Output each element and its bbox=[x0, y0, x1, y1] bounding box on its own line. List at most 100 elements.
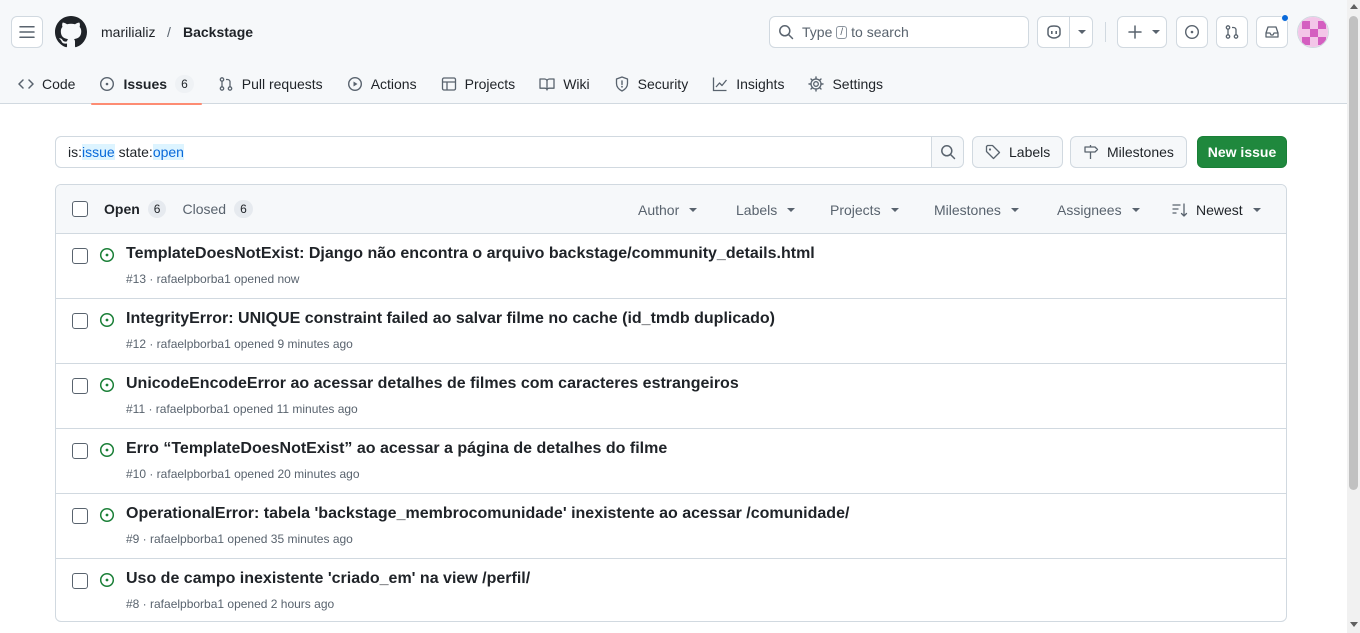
search-shortcut-key: / bbox=[836, 25, 848, 39]
tab-label: Insights bbox=[736, 76, 785, 92]
tab-actions[interactable]: Actions bbox=[339, 64, 425, 104]
notification-dot bbox=[1281, 14, 1289, 22]
issue-meta: #9 · rafaelpborba1 opened 35 minutes ago bbox=[126, 532, 353, 546]
repo-tabs: Code Issues 6 Pull requests Actions Proj… bbox=[0, 64, 899, 105]
book-icon bbox=[539, 78, 555, 91]
issue-title-link[interactable]: OperationalError: tabela 'backstage_memb… bbox=[126, 505, 849, 523]
issue-row[interactable]: IntegrityError: UNIQUE constraint failed… bbox=[56, 299, 1286, 364]
tab-security[interactable]: Security bbox=[606, 64, 697, 104]
sort-dropdown[interactable]: Newest bbox=[1172, 185, 1261, 234]
chevron-down-icon bbox=[1152, 30, 1160, 34]
avatar[interactable] bbox=[1297, 16, 1329, 48]
play-icon bbox=[347, 76, 362, 92]
issues-list-header: Open 6 Closed 6 Author Labels Projects M… bbox=[56, 185, 1286, 234]
milestones-filter-dropdown[interactable]: Milestones bbox=[934, 185, 1019, 234]
search-icon bbox=[940, 145, 955, 160]
issue-opened-icon bbox=[99, 247, 115, 263]
filter-value: open bbox=[152, 144, 184, 160]
tab-pull-requests[interactable]: Pull requests bbox=[210, 64, 331, 104]
tab-code[interactable]: Code bbox=[10, 64, 83, 104]
open-count-badge: 6 bbox=[147, 200, 167, 218]
closed-issues-tab[interactable]: Closed 6 bbox=[182, 200, 253, 218]
issue-row[interactable]: TemplateDoesNotExist: Django não encontr… bbox=[56, 234, 1286, 299]
milestones-button-label: Milestones bbox=[1107, 144, 1174, 160]
tab-insights[interactable]: Insights bbox=[704, 64, 792, 104]
filter-search-button[interactable] bbox=[932, 144, 963, 160]
issue-row[interactable]: UnicodeEncodeError ao acessar detalhes d… bbox=[56, 364, 1286, 429]
dropdown-label: Newest bbox=[1196, 201, 1243, 218]
tab-issues[interactable]: Issues 6 bbox=[91, 64, 203, 105]
issue-row[interactable]: OperationalError: tabela 'backstage_memb… bbox=[56, 494, 1286, 559]
your-pull-requests-button[interactable] bbox=[1216, 16, 1248, 48]
scroll-down-arrow-icon[interactable] bbox=[1350, 622, 1358, 627]
issue-checkbox[interactable] bbox=[72, 378, 88, 394]
issue-checkbox[interactable] bbox=[72, 573, 88, 589]
chevron-down-icon bbox=[1252, 207, 1261, 212]
milestones-button[interactable]: Milestones bbox=[1070, 136, 1187, 168]
author-filter-dropdown[interactable]: Author bbox=[638, 185, 698, 234]
dropdown-label: Assignees bbox=[1057, 201, 1122, 218]
graph-icon bbox=[713, 77, 728, 92]
issue-checkbox[interactable] bbox=[72, 313, 88, 329]
filter-qualifier: state: bbox=[114, 144, 153, 160]
tab-settings[interactable]: Settings bbox=[800, 64, 891, 104]
tag-icon bbox=[985, 144, 1001, 160]
inbox-icon bbox=[1265, 26, 1279, 38]
tab-wiki[interactable]: Wiki bbox=[531, 64, 597, 104]
filter-qualifier: is: bbox=[68, 144, 82, 160]
github-logo-icon[interactable] bbox=[55, 16, 87, 48]
issue-title-link[interactable]: TemplateDoesNotExist: Django não encontr… bbox=[126, 245, 815, 263]
menu-button[interactable] bbox=[11, 16, 43, 48]
scroll-up-arrow-icon[interactable] bbox=[1350, 4, 1358, 9]
owner-link[interactable]: marilializ bbox=[101, 24, 155, 40]
issue-title-link[interactable]: Uso de campo inexistente 'criado_em' na … bbox=[126, 570, 530, 588]
new-issue-button[interactable]: New issue bbox=[1197, 136, 1287, 168]
breadcrumb-separator: / bbox=[167, 24, 171, 40]
projects-filter-dropdown[interactable]: Projects bbox=[830, 185, 899, 234]
issue-checkbox[interactable] bbox=[72, 248, 88, 264]
sort-desc-icon bbox=[1172, 202, 1188, 217]
git-pull-request-icon bbox=[1225, 25, 1239, 39]
issue-row[interactable]: Uso de campo inexistente 'criado_em' na … bbox=[56, 559, 1286, 621]
labels-filter-dropdown[interactable]: Labels bbox=[736, 185, 796, 234]
issue-opened-icon bbox=[99, 442, 115, 458]
milestone-icon bbox=[1084, 145, 1099, 159]
issue-opened-icon bbox=[99, 377, 115, 393]
issue-opened-icon bbox=[99, 507, 115, 523]
open-label: Open bbox=[104, 201, 140, 217]
labels-button[interactable]: Labels bbox=[972, 136, 1064, 168]
copilot-button[interactable] bbox=[1037, 16, 1093, 48]
tab-projects[interactable]: Projects bbox=[433, 64, 524, 104]
create-new-button[interactable] bbox=[1117, 16, 1167, 48]
assignees-filter-dropdown[interactable]: Assignees bbox=[1057, 185, 1140, 234]
issue-title-link[interactable]: IntegrityError: UNIQUE constraint failed… bbox=[126, 310, 775, 328]
issue-checkbox[interactable] bbox=[72, 508, 88, 524]
issue-opened-icon bbox=[1184, 24, 1200, 40]
chevron-down-icon bbox=[1131, 207, 1140, 212]
search-placeholder-before: Type bbox=[802, 24, 833, 40]
chevron-down-icon bbox=[890, 207, 899, 212]
your-issues-button[interactable] bbox=[1176, 16, 1208, 48]
issue-meta: #12 · rafaelpborba1 opened 9 minutes ago bbox=[126, 337, 353, 351]
dropdown-label: Milestones bbox=[934, 201, 1001, 218]
open-issues-tab[interactable]: Open 6 bbox=[104, 200, 167, 218]
chevron-down-icon bbox=[787, 207, 796, 212]
code-icon bbox=[18, 79, 34, 89]
plus-icon bbox=[1128, 25, 1142, 39]
repo-link[interactable]: Backstage bbox=[183, 24, 253, 40]
issues-filter-input[interactable]: is: issue state: open bbox=[56, 137, 932, 167]
issue-checkbox[interactable] bbox=[72, 443, 88, 459]
select-all-checkbox[interactable] bbox=[72, 201, 88, 217]
tab-label: Settings bbox=[832, 76, 884, 92]
search-icon bbox=[779, 25, 794, 40]
issue-row[interactable]: Erro “TemplateDoesNotExist” ao acessar a… bbox=[56, 429, 1286, 494]
issues-filter-bar: is: issue state: open bbox=[55, 136, 964, 168]
tab-label: Security bbox=[637, 76, 689, 92]
issue-title-link[interactable]: UnicodeEncodeError ao acessar detalhes d… bbox=[126, 375, 739, 393]
chevron-down-icon bbox=[1010, 207, 1019, 212]
issue-opened-icon bbox=[99, 572, 115, 588]
issue-title-link[interactable]: Erro “TemplateDoesNotExist” ao acessar a… bbox=[126, 440, 667, 458]
scrollbar-thumb[interactable] bbox=[1349, 16, 1358, 490]
global-search-input[interactable]: Type / to search bbox=[769, 16, 1029, 48]
page-scrollbar[interactable] bbox=[1347, 0, 1360, 633]
